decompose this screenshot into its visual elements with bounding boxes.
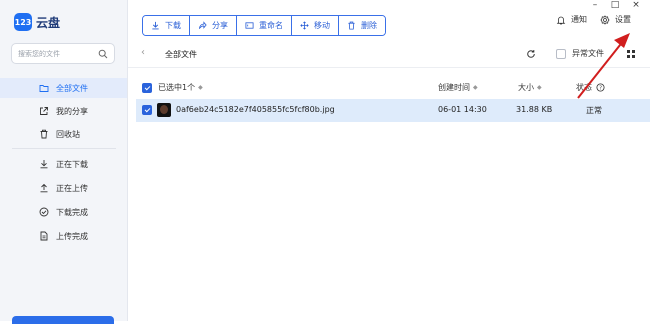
column-status[interactable]: 状态 ? <box>576 82 605 93</box>
download-label: 下载 <box>165 21 181 30</box>
upload-icon <box>40 183 48 193</box>
rename-label: 重命名 <box>259 21 283 30</box>
check-circle-icon <box>39 207 49 217</box>
help-icon[interactable]: ? <box>596 83 605 92</box>
close-icon[interactable]: × <box>629 0 643 10</box>
table-row[interactable]: 0af6eb24c5182e7f405855fc5fcf80b.jpg 06-0… <box>136 99 650 122</box>
selected-count-label: 已选中1个 <box>158 83 196 92</box>
sort-icon[interactable]: ◆ <box>198 84 203 91</box>
delete-label: 删除 <box>361 21 377 30</box>
sidebar-item-all-files[interactable]: 全部文件 <box>0 78 127 98</box>
row-checkbox[interactable] <box>142 105 152 115</box>
select-all[interactable]: 已选中1个 ◆ <box>142 82 203 93</box>
column-created[interactable]: 创建时间 ◆ <box>438 82 478 93</box>
download-button[interactable]: 下载 <box>143 16 190 35</box>
share-icon <box>40 107 48 115</box>
sidebar-item-label: 回收站 <box>56 129 80 139</box>
back-arrow-icon[interactable]: ‹ <box>141 47 145 58</box>
column-status-label: 状态 <box>576 83 592 92</box>
sidebar-item-upload-complete[interactable]: 上传完成 <box>0 226 127 246</box>
sidebar-item-label: 上传完成 <box>56 231 88 241</box>
file-size: 31.88 KB <box>516 105 553 114</box>
sidebar-item-label: 下载完成 <box>56 207 88 217</box>
column-created-label: 创建时间 <box>438 83 470 92</box>
gear-icon <box>600 14 610 25</box>
breadcrumb[interactable]: 全部文件 <box>165 49 197 60</box>
refresh-icon[interactable] <box>526 49 536 59</box>
minimize-icon[interactable]: – <box>588 0 602 10</box>
delete-button[interactable]: 删除 <box>339 16 385 35</box>
file-created: 06-01 14:30 <box>438 105 487 114</box>
share-button[interactable]: 分享 <box>190 16 237 35</box>
file-thumbnail <box>157 103 171 117</box>
action-toolbar: 下载 分享 重命名 移动 删除 <box>142 15 386 36</box>
download-icon <box>40 160 48 169</box>
move-label: 移动 <box>314 21 330 30</box>
sidebar: 123 云盘 全部文件 我的分享 回收站 正在下载 正在上传 下载完成 上传完成 <box>0 0 128 324</box>
abnormal-files-checkbox[interactable] <box>556 48 566 59</box>
logo-mark: 123 <box>14 13 32 31</box>
top-right-actions: 通知 设置 <box>556 14 644 25</box>
logo-text: 云盘 <box>36 15 61 30</box>
column-size-label: 大小 <box>518 83 534 92</box>
folder-icon <box>39 85 49 92</box>
search-input[interactable] <box>18 49 98 58</box>
settings-label: 设置 <box>615 15 631 24</box>
list-header: 已选中1个 ◆ 创建时间 ◆ 大小 ◆ 状态 ? <box>128 78 650 96</box>
file-status: 正常 <box>586 106 602 115</box>
file-name[interactable]: 0af6eb24c5182e7f405855fc5fcf80b.jpg <box>176 105 335 114</box>
move-button[interactable]: 移动 <box>292 16 339 35</box>
column-size[interactable]: 大小 ◆ <box>518 82 542 93</box>
download-icon <box>152 21 159 30</box>
sidebar-item-uploading[interactable]: 正在上传 <box>0 178 127 198</box>
trash-icon <box>40 129 48 139</box>
notify-button[interactable]: 通知 <box>556 14 587 25</box>
svg-text:?: ? <box>599 86 602 92</box>
settings-button[interactable]: 设置 <box>600 14 631 25</box>
sidebar-divider <box>12 148 116 149</box>
sort-icon: ◆ <box>537 84 542 91</box>
sidebar-item-label: 全部文件 <box>56 83 88 93</box>
path-bar: ‹ 全部文件 异常文件 <box>128 42 650 68</box>
search-box[interactable] <box>11 43 115 64</box>
abnormal-files-label: 异常文件 <box>572 49 604 58</box>
maximize-icon[interactable]: □ <box>608 0 622 10</box>
trash-icon <box>348 21 355 30</box>
grid-view-icon[interactable] <box>626 49 636 59</box>
sidebar-item-label: 正在上传 <box>56 183 88 193</box>
move-icon <box>300 21 309 30</box>
sidebar-item-my-share[interactable]: 我的分享 <box>0 101 127 121</box>
rename-icon <box>245 22 254 29</box>
sidebar-bottom-button[interactable] <box>12 316 114 324</box>
sidebar-item-label: 正在下载 <box>56 159 88 169</box>
sidebar-item-downloading[interactable]: 正在下载 <box>0 154 127 174</box>
sidebar-item-recycle-bin[interactable]: 回收站 <box>0 124 127 144</box>
sidebar-item-label: 我的分享 <box>56 106 88 116</box>
abnormal-files-filter[interactable]: 异常文件 <box>556 48 604 59</box>
bell-icon <box>556 16 566 24</box>
sidebar-item-download-complete[interactable]: 下载完成 <box>0 202 127 222</box>
app-logo[interactable]: 123 云盘 <box>14 13 60 31</box>
select-all-checkbox[interactable] <box>142 82 152 93</box>
sort-icon: ◆ <box>473 84 478 91</box>
share-icon <box>198 21 207 29</box>
document-icon <box>40 231 48 241</box>
rename-button[interactable]: 重命名 <box>237 16 292 35</box>
search-icon[interactable] <box>98 49 108 59</box>
notify-label: 通知 <box>571 15 587 24</box>
share-label: 分享 <box>212 21 228 30</box>
